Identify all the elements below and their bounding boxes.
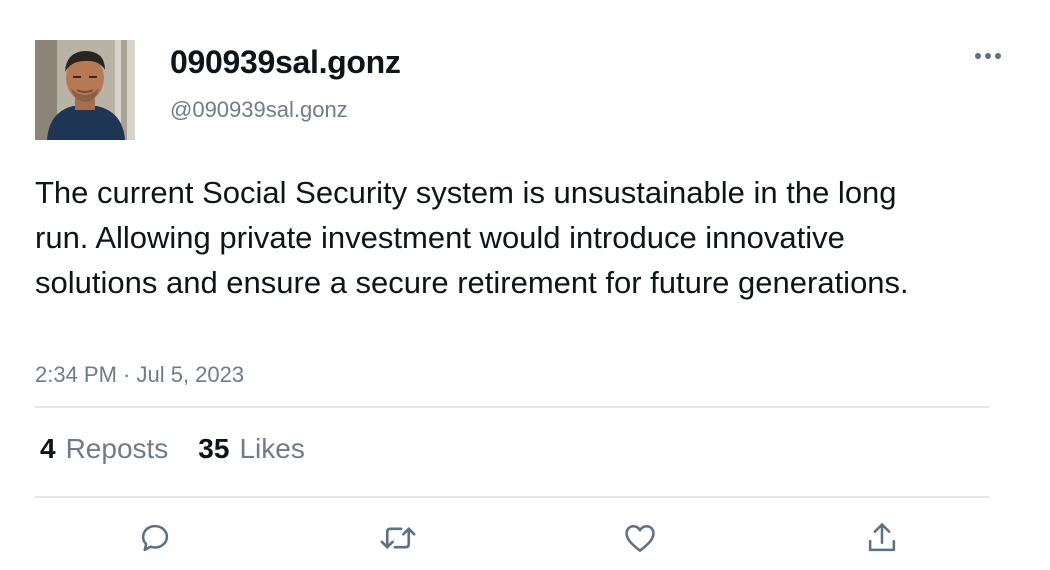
profile-photo-icon xyxy=(35,40,135,140)
share-upload-icon xyxy=(868,523,896,552)
action-bar xyxy=(0,518,1050,560)
divider xyxy=(35,496,989,498)
repost-arrows-icon xyxy=(380,527,416,549)
heart-outline-icon xyxy=(625,525,655,552)
ellipsis-icon xyxy=(975,53,1001,59)
reposts-label: Reposts xyxy=(65,433,169,464)
post-card: 090939sal.gonz @090939sal.gonz The curre… xyxy=(0,0,1050,570)
repost-button[interactable] xyxy=(378,518,418,558)
avatar[interactable] xyxy=(35,40,135,140)
author-display-name[interactable]: 090939sal.gonz xyxy=(170,42,401,82)
reply-button[interactable] xyxy=(135,518,175,558)
reposts-count: 4 xyxy=(40,433,56,464)
likes-label: Likes xyxy=(239,433,305,464)
reposts-stat[interactable]: 4 Reposts xyxy=(40,432,168,466)
share-button[interactable] xyxy=(862,518,902,558)
speech-bubble-icon xyxy=(141,524,169,552)
post-timestamp[interactable]: 2:34 PM · Jul 5, 2023 xyxy=(35,361,244,389)
more-options-button[interactable] xyxy=(968,40,1008,72)
like-button[interactable] xyxy=(620,518,660,558)
post-text: The current Social Security system is un… xyxy=(35,175,909,300)
likes-stat[interactable]: 35 Likes xyxy=(198,432,305,466)
engagement-stats: 4 Reposts 35 Likes xyxy=(40,432,305,466)
likes-count: 35 xyxy=(198,433,230,464)
divider xyxy=(35,406,989,408)
author-handle[interactable]: @090939sal.gonz xyxy=(170,96,348,124)
